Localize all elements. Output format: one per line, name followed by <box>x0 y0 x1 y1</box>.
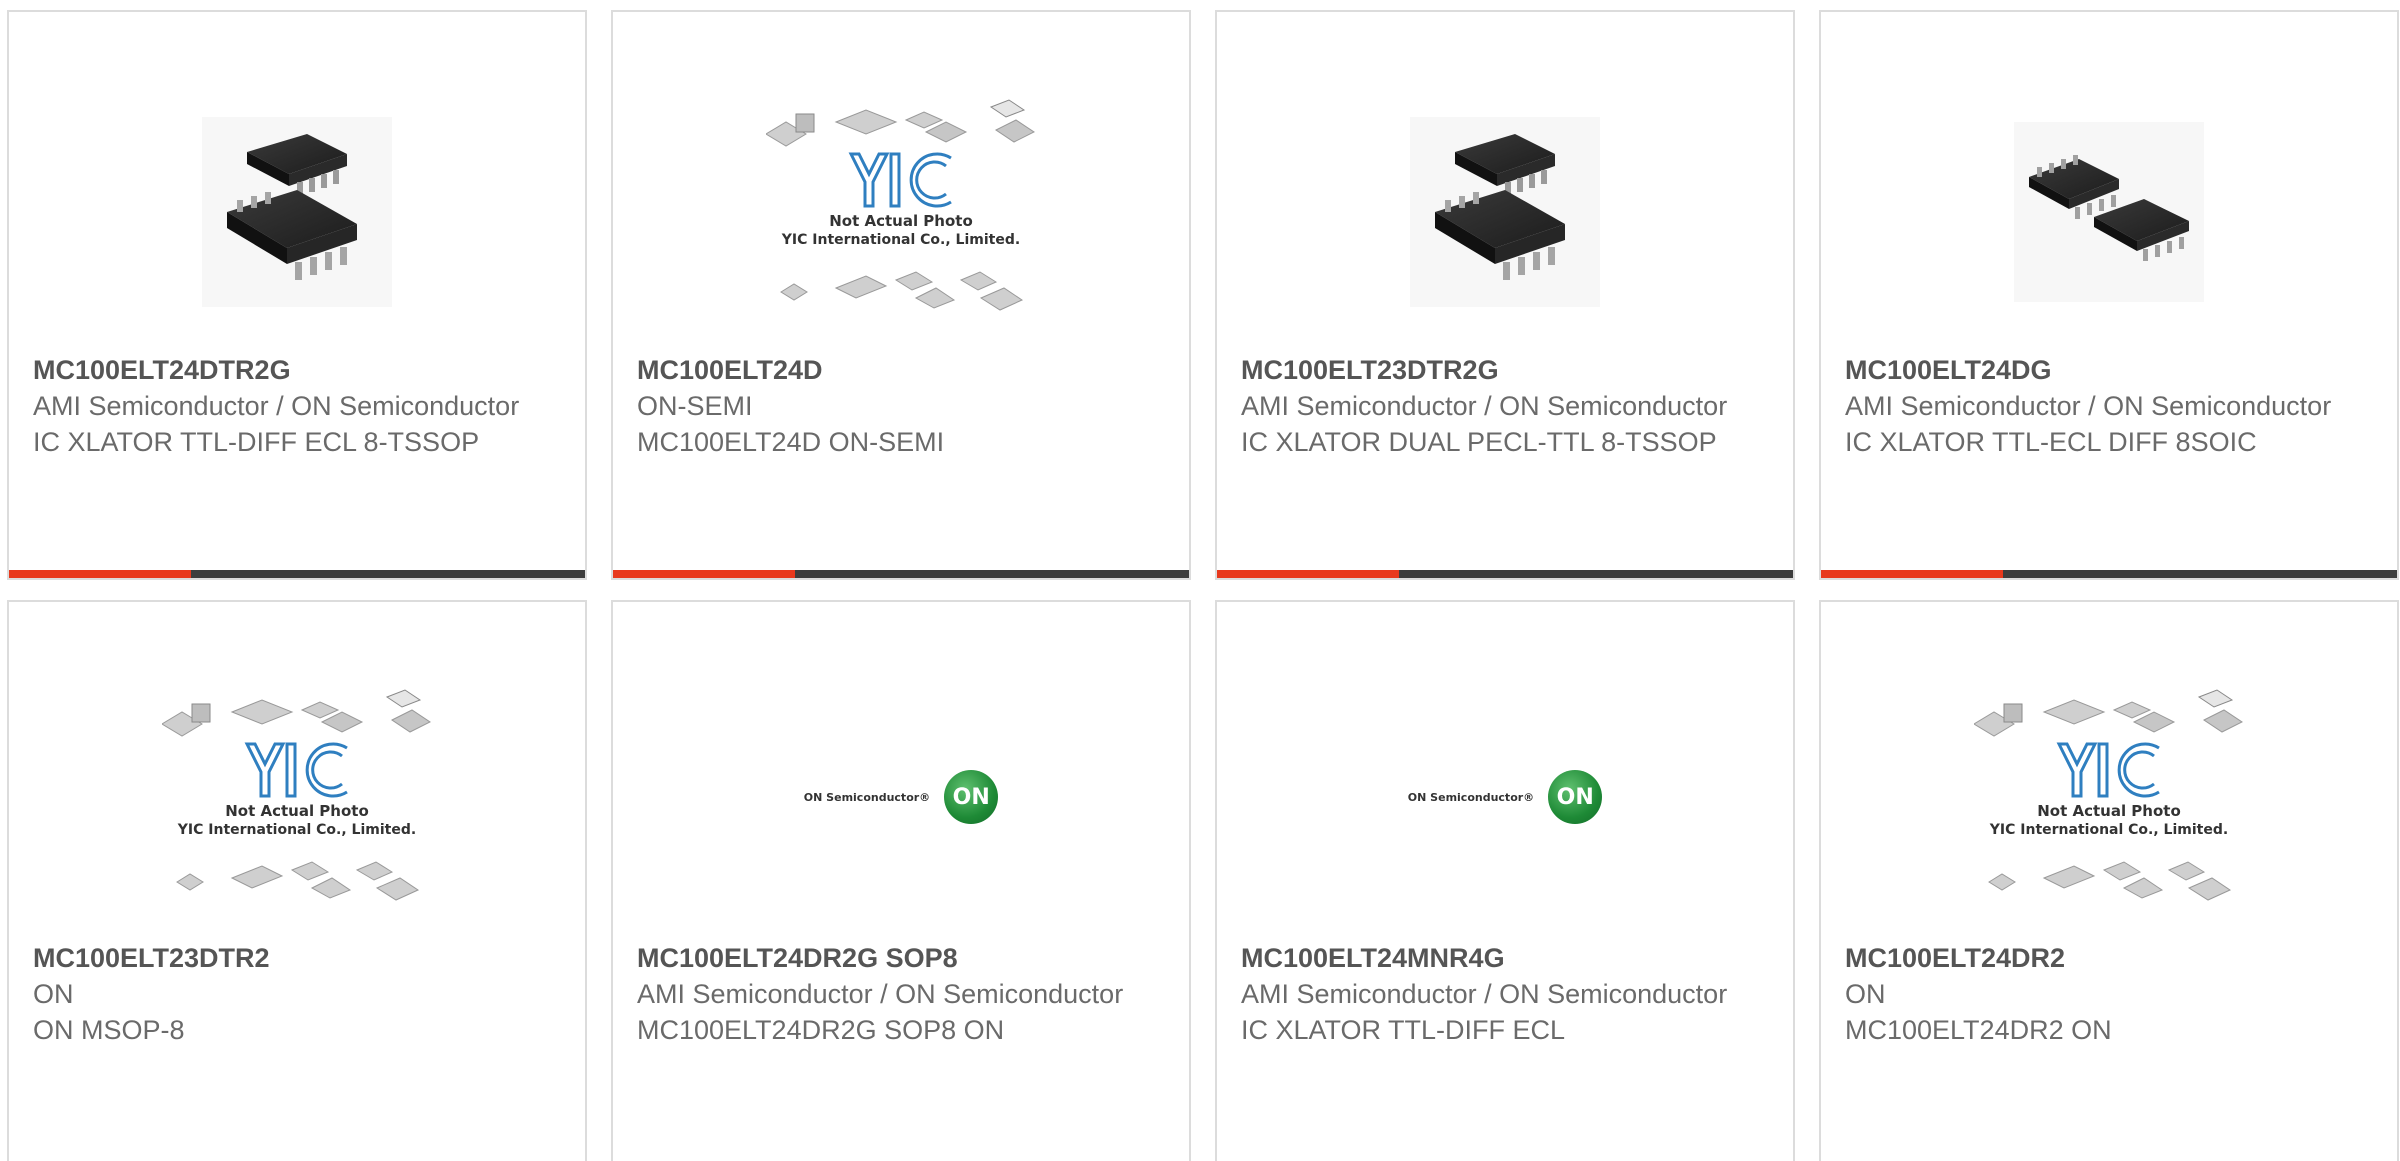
manufacturer: AMI Semiconductor / ON Semiconductor <box>33 391 520 421</box>
card-accent-bar <box>1217 570 1793 578</box>
yic-not-actual-photo: Not Actual Photo YIC International Co., … <box>1974 689 2243 901</box>
card-accent-bar <box>9 570 585 578</box>
manufacturer: ON-SEMI <box>637 391 753 421</box>
description: IC XLATOR TTL-DIFF ECL <box>1241 1015 1566 1045</box>
product-card[interactable]: Not Actual Photo YIC International Co., … <box>611 10 1191 580</box>
part-number[interactable]: MC100ELT24DR2G SOP8 <box>637 940 1149 976</box>
ic-package-photo-dual <box>202 117 392 307</box>
svg-text:Not Actual Photo: Not Actual Photo <box>829 212 973 230</box>
part-number[interactable]: MC100ELT24D <box>637 352 1149 388</box>
product-image: ON Semiconductor® ON <box>1217 662 1793 942</box>
card-accent-bar <box>1821 570 2397 578</box>
part-number[interactable]: MC100ELT24DR2 <box>1845 940 2357 976</box>
on-semiconductor-logo: ON Semiconductor® ON <box>804 770 999 824</box>
part-number[interactable]: MC100ELT24MNR4G <box>1241 940 1753 976</box>
description: IC XLATOR TTL-DIFF ECL 8-TSSOP <box>33 427 480 457</box>
svg-text:YIC International Co., Limited: YIC International Co., Limited. <box>781 232 1020 248</box>
manufacturer: AMI Semiconductor / ON Semiconductor <box>1241 979 1728 1009</box>
ic-package-photo-soic <box>2014 122 2204 302</box>
manufacturer: AMI Semiconductor / ON Semiconductor <box>1241 391 1728 421</box>
product-image: Not Actual Photo YIC International Co., … <box>9 662 585 942</box>
product-card[interactable]: Not Actual Photo YIC International Co., … <box>7 600 587 1161</box>
product-image: Not Actual Photo YIC International Co., … <box>1821 662 2397 942</box>
product-grid: MC100ELT24DTR2G AMI Semiconductor / ON S… <box>0 0 2400 1161</box>
description: IC XLATOR TTL-ECL DIFF 8SOIC <box>1845 427 2257 457</box>
manufacturer: AMI Semiconductor / ON Semiconductor <box>637 979 1124 1009</box>
product-image <box>1217 72 1793 352</box>
yic-not-actual-photo: Not Actual Photo YIC International Co., … <box>162 689 431 901</box>
svg-text:YIC International Co., Limited: YIC International Co., Limited. <box>1989 822 2228 838</box>
product-info: MC100ELT23DTR2G AMI Semiconductor / ON S… <box>1241 352 1753 460</box>
ic-package-photo-dual <box>1410 117 1600 307</box>
product-info: MC100ELT24DR2G SOP8 AMI Semiconductor / … <box>637 940 1149 1048</box>
product-card[interactable]: MC100ELT24DTR2G AMI Semiconductor / ON S… <box>7 10 587 580</box>
product-info: MC100ELT24DG AMI Semiconductor / ON Semi… <box>1845 352 2357 460</box>
part-number[interactable]: MC100ELT24DG <box>1845 352 2357 388</box>
product-card[interactable]: MC100ELT23DTR2G AMI Semiconductor / ON S… <box>1215 10 1795 580</box>
product-card[interactable]: ON Semiconductor® ON MC100ELT24DR2G SOP8… <box>611 600 1191 1161</box>
product-image: Not Actual Photo YIC International Co., … <box>613 72 1189 352</box>
product-info: MC100ELT24D ON-SEMI MC100ELT24D ON-SEMI <box>637 352 1149 460</box>
product-info: MC100ELT24DTR2G AMI Semiconductor / ON S… <box>33 352 545 460</box>
svg-text:Not Actual Photo: Not Actual Photo <box>2037 802 2181 820</box>
manufacturer: ON <box>1845 979 1886 1009</box>
manufacturer: ON <box>33 979 74 1009</box>
description: MC100ELT24D ON-SEMI <box>637 427 945 457</box>
product-info: MC100ELT24DR2 ON MC100ELT24DR2 ON <box>1845 940 2357 1048</box>
description: IC XLATOR DUAL PECL-TTL 8-TSSOP <box>1241 427 1717 457</box>
product-info: MC100ELT24MNR4G AMI Semiconductor / ON S… <box>1241 940 1753 1048</box>
product-image: ON Semiconductor® ON <box>613 662 1189 942</box>
description: ON MSOP-8 <box>33 1015 185 1045</box>
product-info: MC100ELT23DTR2 ON ON MSOP-8 <box>33 940 545 1048</box>
part-number[interactable]: MC100ELT23DTR2 <box>33 940 545 976</box>
product-card[interactable]: ON Semiconductor® ON MC100ELT24MNR4G AMI… <box>1215 600 1795 1161</box>
part-number[interactable]: MC100ELT24DTR2G <box>33 352 545 388</box>
card-accent-bar <box>613 570 1189 578</box>
description: MC100ELT24DR2G SOP8 ON <box>637 1015 1005 1045</box>
part-number[interactable]: MC100ELT23DTR2G <box>1241 352 1753 388</box>
product-card[interactable]: MC100ELT24DG AMI Semiconductor / ON Semi… <box>1819 10 2399 580</box>
svg-text:Not Actual Photo: Not Actual Photo <box>225 802 369 820</box>
on-semiconductor-logo: ON Semiconductor® ON <box>1408 770 1603 824</box>
product-image <box>9 72 585 352</box>
yic-not-actual-photo: Not Actual Photo YIC International Co., … <box>766 99 1035 311</box>
svg-text:YIC International Co., Limited: YIC International Co., Limited. <box>177 822 416 838</box>
description: MC100ELT24DR2 ON <box>1845 1015 2112 1045</box>
manufacturer: AMI Semiconductor / ON Semiconductor <box>1845 391 2332 421</box>
product-image <box>1821 72 2397 352</box>
product-card[interactable]: Not Actual Photo YIC International Co., … <box>1819 600 2399 1161</box>
